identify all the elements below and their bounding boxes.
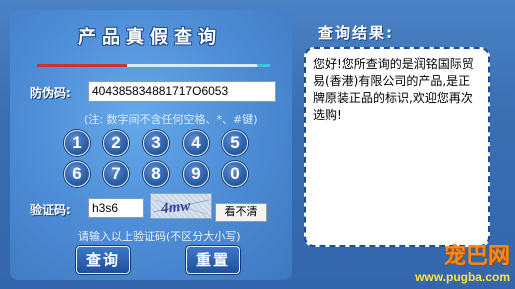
captcha-label: 验证码:: [30, 203, 71, 217]
captcha-hint: 请输入以上验证码(不区分大小写): [78, 230, 241, 243]
keypad-key-0[interactable]: 0: [222, 161, 248, 187]
page-title: 产品真假查询: [78, 27, 222, 48]
result-title: 查询结果:: [318, 24, 394, 42]
reset-button[interactable]: 重置: [186, 246, 240, 274]
result-box: 您好!您所查询的是润铭国际贸易(香港)有限公司的产品,是正牌原装正品的标识,欢迎…: [304, 47, 490, 247]
captcha-refresh-button[interactable]: 看不清: [215, 203, 267, 222]
security-code-input[interactable]: 404385834881717O6053: [88, 81, 276, 102]
captcha-input[interactable]: h3s6: [88, 198, 144, 218]
watermark-logo: 宠巴网: [443, 243, 510, 269]
result-message: 您好!您所查询的是润铭国际贸易(香港)有限公司的产品,是正牌原装正品的标识,欢迎…: [313, 57, 474, 122]
app-frame: 产品真假查询 防伪码: 404385834881717O6053 (注: 数字间…: [0, 0, 515, 289]
title-underline-gray: [127, 64, 257, 67]
captcha-image-text: 4mw: [159, 198, 192, 217]
keypad-key-2[interactable]: 2: [103, 130, 129, 156]
keypad-key-7[interactable]: 7: [103, 161, 129, 187]
watermark: 宠巴网 www.pugba.com: [400, 238, 510, 284]
code-hint: (注: 数字间不含任何空格、*、#键): [84, 113, 258, 126]
keypad-key-1[interactable]: 1: [64, 130, 90, 156]
keypad-key-4[interactable]: 4: [183, 130, 209, 156]
keypad-key-6[interactable]: 6: [64, 161, 90, 187]
code-label: 防伪码:: [30, 86, 71, 100]
title-underline-cyan: [257, 64, 270, 67]
title-underline-red: [37, 64, 127, 67]
captcha-image: 4mw: [150, 193, 212, 219]
keypad-key-9[interactable]: 9: [183, 161, 209, 187]
keypad-key-8[interactable]: 8: [143, 161, 169, 187]
search-button[interactable]: 查询: [76, 246, 130, 274]
keypad-key-3[interactable]: 3: [143, 130, 169, 156]
watermark-url: www.pugba.com: [415, 270, 510, 284]
keypad-key-5[interactable]: 5: [222, 130, 248, 156]
